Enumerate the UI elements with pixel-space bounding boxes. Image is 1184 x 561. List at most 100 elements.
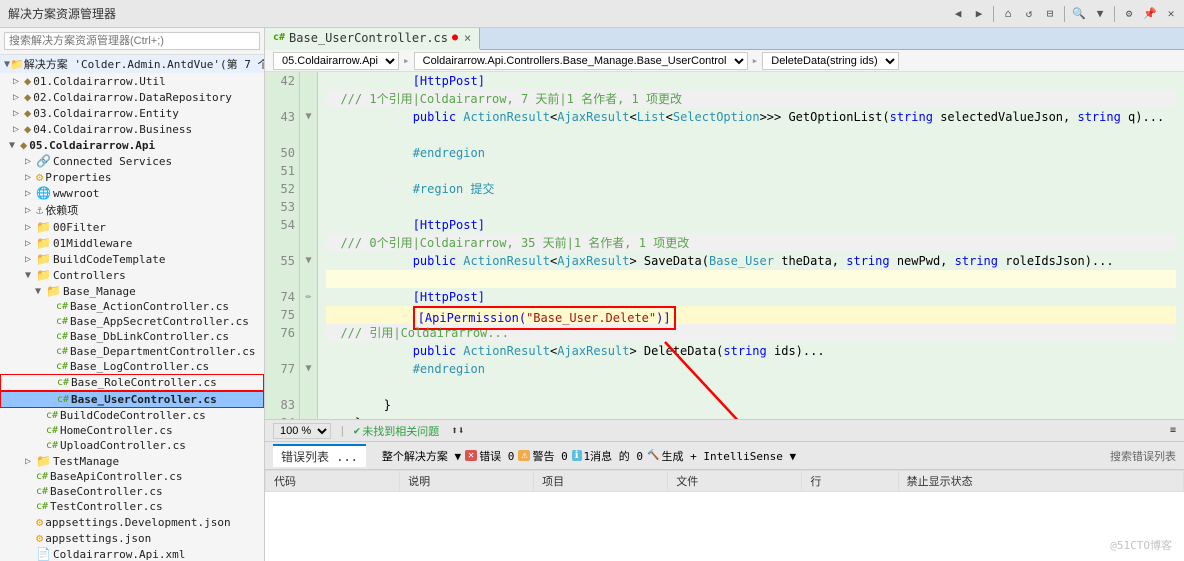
- breadcrumb-class-select[interactable]: Coldairarrow.Api.Controllers.Base_Manage…: [414, 52, 748, 70]
- sidebar-item-repo[interactable]: ▷ ◆ 02.Coldairarrow.DataRepository: [0, 89, 264, 105]
- comment-55: /// 0个引用|Coldairarrow, 35 天前|1 名作者, 1 项更…: [340, 236, 689, 250]
- col-line[interactable]: 行: [802, 471, 898, 492]
- status-scrollbar-btn[interactable]: ≡: [1170, 425, 1176, 436]
- label-base-manage: Base_Manage: [63, 285, 136, 298]
- sidebar-item-dblink[interactable]: c# Base_DbLinkController.cs: [0, 329, 264, 344]
- solution-filter[interactable]: 整个解决方案 ▼: [382, 448, 461, 464]
- error-panel-title[interactable]: 错误列表 ...: [273, 444, 366, 467]
- sidebar-item-middleware[interactable]: ▷ 📁 01Middleware: [0, 235, 264, 251]
- sidebar-item-filter[interactable]: ▷ 📁 00Filter: [0, 219, 264, 235]
- col-suppress[interactable]: 禁止显示状态: [898, 471, 1183, 492]
- toolbar-refresh-btn[interactable]: ↺: [1020, 5, 1038, 23]
- sidebar-item-testmanage[interactable]: ▷ 📁 TestManage: [0, 453, 264, 469]
- breadcrumb-bar: 05.Coldairarrow.Api ▸ Coldairarrow.Api.C…: [265, 50, 1184, 72]
- error-panel: 错误列表 ... 整个解决方案 ▼ ✕ 错误 0 ⚠ 警告 0 ℹ: [265, 441, 1184, 561]
- solution-root[interactable]: ▼ 📁 解决方案 'Colder.Admin.AntdVue'(第 7 个项目): [0, 55, 264, 73]
- sidebar-item-api[interactable]: ▼ ◆ 05.Coldairarrow.Api: [0, 137, 264, 153]
- col-file[interactable]: 文件: [668, 471, 802, 492]
- error-count-badge[interactable]: ✕ 错误 0: [465, 448, 514, 464]
- code-line-empty1: [326, 126, 1176, 144]
- sidebar-item-action[interactable]: c# Base_ActionController.cs: [0, 299, 264, 314]
- toolbar-pin-btn[interactable]: 📌: [1141, 5, 1159, 23]
- expand-business: ▷: [8, 124, 24, 135]
- sidebar-item-buildcode2[interactable]: c# BuildCodeController.cs: [0, 408, 264, 423]
- type-ajaxresult-55: AjaxResult: [557, 254, 629, 268]
- icon-log: c#: [56, 361, 68, 372]
- attr-httppost-54: [HttpPost]: [413, 218, 485, 232]
- sidebar-item-properties[interactable]: ▷ ⚙ Properties: [0, 169, 264, 185]
- code-line-83: #endregion: [326, 360, 1176, 378]
- tab-user-controller[interactable]: c# Base_UserController.cs ● ×: [265, 28, 480, 50]
- code-line-84: [326, 378, 1176, 396]
- label-buildcode2: BuildCodeController.cs: [60, 409, 206, 422]
- code-line-85: }: [326, 396, 1176, 414]
- sidebar-item-dept[interactable]: c# Base_DepartmentController.cs: [0, 344, 264, 359]
- solution-label: 解决方案 'Colder.Admin.AntdVue'(第 7 个项目): [24, 56, 264, 72]
- kw-public-77: public: [413, 344, 456, 358]
- toolbar-back-btn[interactable]: ◀: [949, 5, 967, 23]
- sidebar-item-home[interactable]: c# HomeController.cs: [0, 423, 264, 438]
- sidebar-item-user[interactable]: c# Base_UserController.cs: [0, 391, 264, 408]
- tab-modified-dot: ●: [452, 32, 458, 43]
- sidebar-item-connected[interactable]: ▷ 🔗 Connected Services: [0, 153, 264, 169]
- code-line-77: public ActionResult<AjaxResult> DeleteDa…: [326, 342, 1176, 360]
- sidebar-item-appsecret[interactable]: c# Base_AppSecretController.cs: [0, 314, 264, 329]
- breadcrumb-member-select[interactable]: DeleteData(string ids): [762, 52, 899, 70]
- search-input[interactable]: [4, 32, 260, 50]
- expand-buildcode: ▷: [20, 254, 36, 265]
- sidebar-item-testcontroller[interactable]: c# TestController.cs: [0, 499, 264, 514]
- sidebar-item-entity[interactable]: ▷ ◆ 03.Coldairarrow.Entity: [0, 105, 264, 121]
- toolbar-collapse-btn[interactable]: ⊟: [1041, 5, 1059, 23]
- col-desc[interactable]: 说明: [400, 471, 534, 492]
- col-project[interactable]: 项目: [534, 471, 668, 492]
- sidebar-item-upload[interactable]: c# UploadController.cs: [0, 438, 264, 453]
- tab-close-button[interactable]: ×: [464, 31, 471, 45]
- sidebar-item-appsettings[interactable]: ⚙ appsettings.json: [0, 530, 264, 546]
- kw-endregion-83: #endregion: [413, 362, 485, 376]
- sidebar-item-log[interactable]: c# Base_LogController.cs: [0, 359, 264, 374]
- warning-count-badge[interactable]: ⚠ 警告 0: [518, 448, 567, 464]
- status-right-buttons: ≡: [1170, 425, 1176, 436]
- zoom-select[interactable]: 100 %: [273, 423, 331, 439]
- status-bar: 100 % | ✔ 未找到相关问题 ⬆⬇ ≡: [265, 419, 1184, 441]
- toolbar-settings-btn[interactable]: ⚙: [1120, 5, 1138, 23]
- sidebar-item-appsettings-dev[interactable]: ⚙ appsettings.Development.json: [0, 514, 264, 530]
- label-home: HomeController.cs: [60, 424, 173, 437]
- watermark: @51CTO博客: [1110, 537, 1172, 553]
- sidebar-item-role[interactable]: c# Base_RoleController.cs: [0, 374, 264, 391]
- comment-42: /// 1个引用|Coldairarrow, 7 天前|1 名作者, 1 项更改: [340, 92, 682, 106]
- sidebar-item-util[interactable]: ▷ ◆ 01.Coldairarrow.Util: [0, 73, 264, 89]
- sidebar-item-business[interactable]: ▷ ◆ 04.Coldairarrow.Business: [0, 121, 264, 137]
- ok-checkmark: ✔: [354, 424, 361, 437]
- info-count-badge[interactable]: ℹ 1消息 的 0: [572, 448, 643, 464]
- toolbar-home-btn[interactable]: ⌂: [999, 5, 1017, 23]
- status-nav-btn[interactable]: ⬆⬇: [451, 424, 464, 437]
- build-filter[interactable]: 生成 + IntelliSense ▼: [661, 448, 796, 464]
- toolbar-search-btn[interactable]: 🔍: [1070, 5, 1088, 23]
- sidebar-item-basecontroller[interactable]: c# BaseController.cs: [0, 484, 264, 499]
- label-deps: 依赖项: [45, 202, 78, 218]
- breadcrumb-project-select[interactable]: 05.Coldairarrow.Api: [273, 52, 399, 70]
- col-code[interactable]: 代码: [266, 471, 400, 492]
- label-testmanage: TestManage: [53, 455, 119, 468]
- sidebar-item-base-manage[interactable]: ▼ 📁 Base_Manage: [0, 283, 264, 299]
- code-editor[interactable]: 42 43 50 51 52 53 54 55 74 75 76 77: [265, 72, 1184, 419]
- warning-icon: ⚠: [518, 450, 530, 461]
- label-baseapi: BaseApiController.cs: [50, 470, 182, 483]
- sidebar-item-wwwroot[interactable]: ▷ 🌐 wwwroot: [0, 185, 264, 201]
- sidebar-item-controllers[interactable]: ▼ 📁 Controllers: [0, 267, 264, 283]
- editor-area: c# Base_UserController.cs ● × 05.Coldair…: [265, 28, 1184, 561]
- code-content[interactable]: [HttpPost] /// 1个引用|Coldairarrow, 7 天前|1…: [318, 72, 1184, 419]
- code-line-76: [ApiPermission("Base_User.Delete")]: [326, 306, 1176, 324]
- toolbar-close-btn[interactable]: ✕: [1162, 5, 1180, 23]
- sidebar-item-buildcode[interactable]: ▷ 📁 BuildCodeTemplate: [0, 251, 264, 267]
- expand-middleware: ▷: [20, 238, 36, 249]
- sidebar-item-deps[interactable]: ▷ ⚓ 依赖项: [0, 201, 264, 219]
- toolbar-filter-btn[interactable]: ▼: [1091, 5, 1109, 23]
- sidebar-item-baseapi[interactable]: c# BaseApiController.cs: [0, 469, 264, 484]
- type-actionresult-43: ActionResult: [463, 110, 550, 124]
- sidebar-item-coldairarrow-xml[interactable]: 📄 Coldairarrow.Api.xml: [0, 546, 264, 561]
- toolbar-forward-btn[interactable]: ▶: [970, 5, 988, 23]
- label-connected: Connected Services: [53, 155, 172, 168]
- icon-baseapi: c#: [36, 471, 48, 482]
